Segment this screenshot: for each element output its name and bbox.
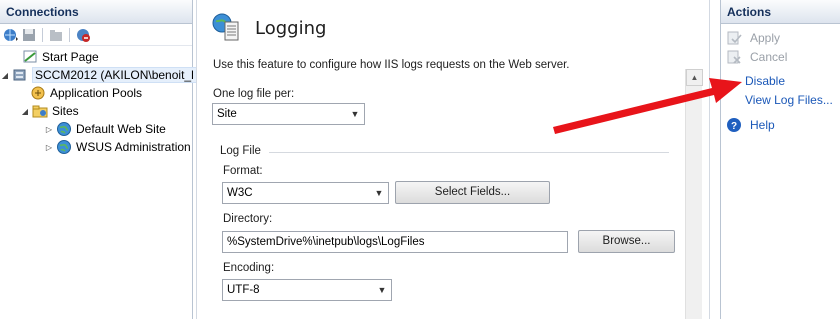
help-icon: ? — [726, 117, 742, 133]
save-icon[interactable] — [21, 27, 37, 43]
scroll-up-icon[interactable]: ▲ — [686, 69, 703, 86]
toolbar-separator — [69, 27, 70, 42]
select-fields-button[interactable]: Select Fields... — [395, 181, 550, 204]
tree-item-wsus-administration[interactable]: ▷ WSUS Administration — [44, 138, 191, 156]
tree-item-label: Application Pools — [50, 86, 143, 100]
tree-item-app-pools[interactable]: Application Pools — [30, 84, 142, 102]
logging-icon — [211, 12, 241, 45]
actions-pane: Actions Apply Cancel Disable View Log Fi… — [720, 0, 840, 319]
tree-item-label: Start Page — [42, 50, 99, 64]
tree-expander[interactable]: ◢ — [0, 71, 10, 80]
logging-panel: Logging Use this feature to configure ho… — [196, 0, 710, 319]
start-page-icon — [22, 49, 38, 65]
format-select[interactable]: W3C ▼ — [222, 182, 389, 204]
browse-button[interactable]: Browse... — [578, 230, 675, 253]
cancel-icon — [726, 49, 742, 65]
toolbar-separator — [42, 27, 43, 42]
page-description: Use this feature to configure how IIS lo… — [213, 59, 570, 71]
tree-item-server[interactable]: ◢ SCCM2012 (AKILON\benoit_l — [0, 66, 197, 84]
tree-expander[interactable]: ◢ — [20, 107, 30, 116]
connections-pane: Connections Start Page ◢ SCCM2012 (AKILO… — [0, 0, 197, 319]
disable-action[interactable]: Disable — [745, 72, 785, 90]
page-title: Logging — [255, 18, 327, 39]
vertical-scrollbar[interactable]: ▲ — [685, 69, 703, 319]
tree-item-label: Default Web Site — [76, 122, 166, 136]
encoding-value: UTF-8 — [227, 284, 260, 296]
tree-expander[interactable]: ▷ — [44, 143, 54, 152]
cancel-action[interactable]: Cancel — [721, 48, 787, 66]
app-pools-icon — [30, 85, 46, 101]
help-action[interactable]: ? Help — [721, 116, 775, 134]
view-log-files-action[interactable]: View Log Files... — [745, 91, 833, 109]
format-label: Format: — [223, 165, 263, 177]
up-folder-icon[interactable] — [48, 27, 64, 43]
tree-item-start-page[interactable]: Start Page — [10, 48, 99, 66]
disable-label: Disable — [745, 74, 786, 88]
tree-item-sites[interactable]: ◢ Sites — [20, 102, 79, 120]
chevron-down-icon: ▼ — [350, 109, 360, 119]
help-label: Help — [750, 118, 775, 132]
encoding-label: Encoding: — [223, 262, 275, 274]
one-log-select[interactable]: Site ▼ — [212, 103, 365, 125]
chevron-down-icon: ▼ — [374, 188, 384, 198]
sites-folder-icon — [32, 103, 48, 119]
connections-header: Connections — [0, 0, 192, 24]
log-file-group-label: Log File — [220, 145, 261, 157]
tree-item-label: WSUS Administration — [76, 140, 191, 154]
cancel-label: Cancel — [750, 50, 788, 64]
view-log-files-label: View Log Files... — [745, 93, 833, 107]
connect-globe-icon[interactable] — [3, 27, 19, 43]
tree-item-label: Sites — [52, 104, 79, 118]
format-value: W3C — [227, 187, 253, 199]
globe-icon — [56, 139, 72, 155]
one-log-value: Site — [217, 108, 237, 120]
tree-expander[interactable]: ▷ — [44, 125, 54, 134]
apply-label: Apply — [750, 31, 781, 45]
connections-toolbar — [0, 24, 192, 46]
svg-text:?: ? — [731, 121, 737, 132]
disconnect-icon[interactable] — [75, 27, 91, 43]
actions-header: Actions — [721, 0, 840, 24]
apply-action[interactable]: Apply — [721, 29, 780, 47]
tree-item-default-web-site[interactable]: ▷ Default Web Site — [44, 120, 166, 138]
directory-label: Directory: — [223, 213, 273, 225]
encoding-select[interactable]: UTF-8 ▼ — [222, 279, 392, 301]
apply-icon — [726, 30, 742, 46]
directory-field[interactable]: %SystemDrive%\inetpub\logs\LogFiles — [222, 231, 568, 253]
one-log-label: One log file per: — [213, 88, 295, 100]
tree-item-label: SCCM2012 (AKILON\benoit_l — [32, 67, 197, 83]
chevron-down-icon: ▼ — [377, 285, 387, 295]
page-title-row: Logging — [211, 12, 326, 45]
globe-icon — [56, 121, 72, 137]
group-divider — [269, 152, 669, 153]
server-icon — [12, 67, 28, 83]
